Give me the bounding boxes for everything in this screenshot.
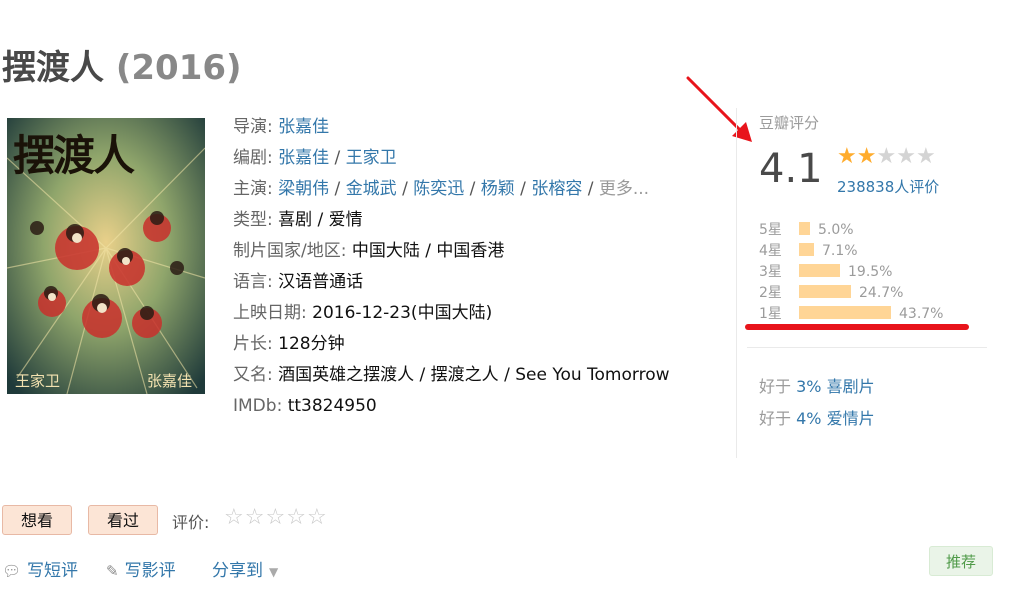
release-value: 2016-12-23(中国大陆) bbox=[312, 303, 493, 323]
dist-percent: 43.7% bbox=[899, 306, 944, 322]
info-language: 语言: 汉语普通话 bbox=[233, 272, 364, 292]
info-aka: 又名: 酒国英雄之摆渡人 / 摆渡之人 / See You Tomorrow bbox=[233, 365, 670, 385]
votes-link[interactable]: 238838人评价 bbox=[837, 176, 939, 197]
movie-year: (2016) bbox=[115, 48, 242, 88]
cast-more-link[interactable]: 更多... bbox=[599, 179, 649, 199]
caret-down-icon: ▼ bbox=[269, 565, 279, 579]
rating-distribution: 5星 5.0% 4星 7.1% 3星 19.5% 2星 24.7% 1星 43.7% bbox=[759, 220, 943, 325]
rate-star-icon[interactable]: ☆ bbox=[307, 505, 328, 530]
rating-panel: 豆瓣评分 4.1 ★★★★★ 238838人评价 5星 5.0% 4星 7.1% 3… bbox=[736, 108, 997, 458]
director-link[interactable]: 张嘉佳 bbox=[278, 117, 329, 137]
runtime-value: 128分钟 bbox=[278, 334, 345, 354]
imdb-value: tt3824950 bbox=[287, 396, 377, 416]
dist-row-3: 3星 19.5% bbox=[759, 264, 893, 280]
aka-value: 酒国英雄之摆渡人 / 摆渡之人 / See You Tomorrow bbox=[278, 365, 670, 385]
rate-star-icon[interactable]: ☆ bbox=[245, 505, 266, 530]
genre-value: 喜剧 / 爱情 bbox=[278, 210, 363, 230]
better-than-row: 好于 4% 爱情片 bbox=[759, 409, 875, 428]
divider bbox=[747, 347, 987, 348]
dist-percent: 19.5% bbox=[848, 264, 893, 280]
info-genre: 类型: 喜剧 / 爱情 bbox=[233, 210, 363, 230]
country-value: 中国大陆 / 中国香港 bbox=[351, 241, 505, 261]
movie-poster[interactable]: 摆渡人 王家卫 张嘉佳 bbox=[7, 118, 205, 394]
rating-stars: ★★★★★ bbox=[837, 144, 936, 169]
info-cast: 主演: 梁朝伟 / 金城武 / 陈奕迅 / 杨颖 / 张榕容 / 更多... bbox=[233, 179, 650, 199]
movie-title-text: 摆渡人 bbox=[2, 48, 104, 88]
rate-stars: ☆☆☆☆☆ bbox=[224, 505, 328, 530]
share-menu[interactable]: 分享到 ▼ bbox=[212, 556, 278, 581]
better-than-comedy-link[interactable]: 3% 喜剧片 bbox=[796, 377, 874, 396]
rating-label: 豆瓣评分 bbox=[759, 114, 820, 132]
cast-link[interactable]: 张榕容 bbox=[531, 179, 582, 199]
poster-title: 摆渡人 bbox=[13, 131, 135, 180]
dist-bar bbox=[799, 285, 851, 298]
writer-link[interactable]: 王家卫 bbox=[346, 148, 397, 168]
dist-row-5: 5星 5.0% bbox=[759, 222, 854, 238]
info-imdb: IMDb: tt3824950 bbox=[233, 396, 377, 416]
dist-row-4: 4星 7.1% bbox=[759, 243, 858, 259]
star-empty-icon: ★ bbox=[896, 144, 916, 169]
star-empty-icon: ★ bbox=[876, 144, 897, 169]
dist-row-1: 1星 43.7% bbox=[759, 306, 944, 322]
rate-star-icon[interactable]: ☆ bbox=[286, 505, 307, 530]
info-director: 导演: 张嘉佳 bbox=[233, 117, 330, 137]
star-empty-icon: ★ bbox=[915, 144, 936, 169]
info-runtime: 片长: 128分钟 bbox=[233, 334, 345, 354]
write-review-link[interactable]: ✎ 写影评 bbox=[106, 556, 176, 581]
dist-percent: 7.1% bbox=[822, 243, 858, 259]
movie-info: 导演: 张嘉佳 编剧: 张嘉佳 / 王家卫 主演: 梁朝伟 / 金城武 / 陈奕… bbox=[233, 112, 670, 422]
star-filled-icon: ★ bbox=[837, 144, 857, 169]
rate-star-icon[interactable]: ☆ bbox=[224, 505, 245, 530]
dist-bar bbox=[799, 222, 810, 235]
info-release: 上映日期: 2016-12-23(中国大陆) bbox=[233, 303, 493, 323]
short-review-link[interactable]: 💬︎ 写短评 bbox=[2, 556, 78, 581]
poster-credit-right: 张嘉佳 bbox=[147, 372, 193, 390]
info-writer: 编剧: 张嘉佳 / 王家卫 bbox=[233, 148, 397, 168]
cast-link[interactable]: 杨颖 bbox=[481, 179, 515, 199]
rate-star-icon[interactable]: ☆ bbox=[265, 505, 286, 530]
language-value: 汉语普通话 bbox=[278, 272, 364, 292]
annotation-underline bbox=[745, 324, 969, 330]
pencil-icon: ✎ bbox=[106, 562, 119, 580]
better-than-row: 好于 3% 喜剧片 bbox=[759, 377, 875, 396]
watched-button[interactable]: 看过 bbox=[88, 505, 158, 535]
star-filled-icon: ★ bbox=[856, 144, 877, 169]
dist-percent: 5.0% bbox=[818, 222, 854, 238]
better-than: 好于 3% 喜剧片 好于 4% 爱情片 bbox=[759, 371, 875, 435]
better-than-romance-link[interactable]: 4% 爱情片 bbox=[796, 409, 874, 428]
cast-link[interactable]: 陈奕迅 bbox=[413, 179, 464, 199]
cast-link[interactable]: 金城武 bbox=[346, 179, 397, 199]
recommend-button[interactable]: 推荐 bbox=[929, 546, 993, 576]
rating-score: 4.1 bbox=[759, 146, 823, 192]
comment-icon: 💬︎ bbox=[2, 562, 22, 580]
dist-bar bbox=[799, 243, 814, 256]
cast-link[interactable]: 梁朝伟 bbox=[278, 179, 329, 199]
dist-bar bbox=[799, 306, 891, 319]
info-country: 制片国家/地区: 中国大陆 / 中国香港 bbox=[233, 241, 505, 261]
dist-percent: 24.7% bbox=[859, 285, 904, 301]
want-to-watch-button[interactable]: 想看 bbox=[2, 505, 72, 535]
writer-link[interactable]: 张嘉佳 bbox=[278, 148, 329, 168]
dist-row-2: 2星 24.7% bbox=[759, 285, 904, 301]
movie-title: 摆渡人 (2016) bbox=[2, 40, 242, 89]
poster-credit-left: 王家卫 bbox=[15, 372, 61, 390]
dist-bar bbox=[799, 264, 840, 277]
rate-label: 评价: bbox=[172, 513, 210, 532]
